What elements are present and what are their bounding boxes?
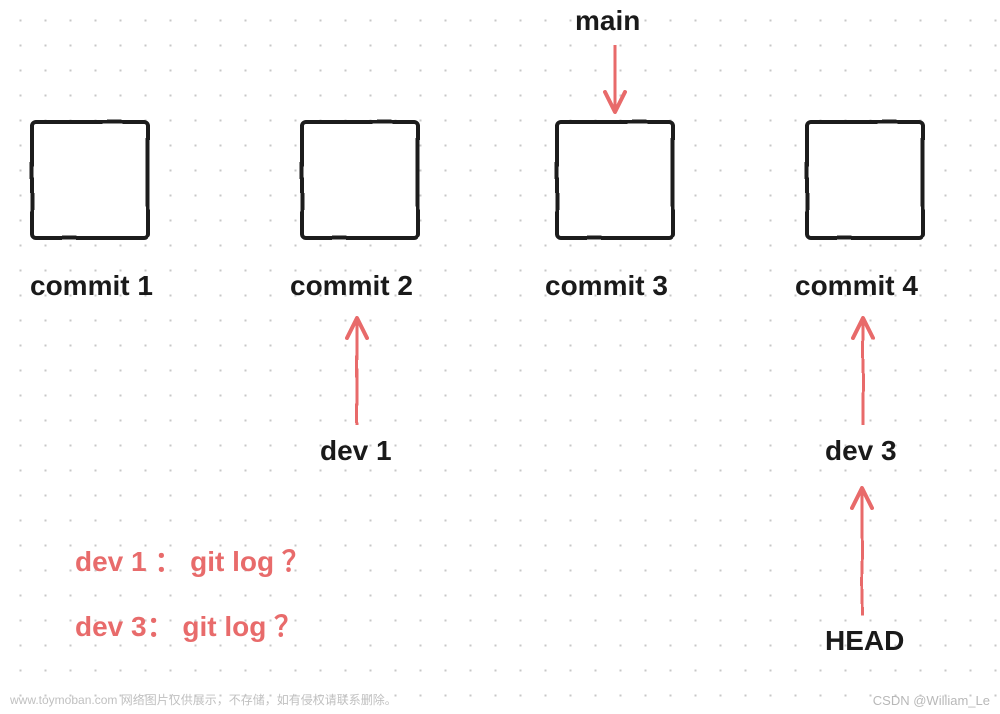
commit-box-4 [805,120,925,240]
commit-box-3 [555,120,675,240]
commit-box-2 [300,120,420,240]
commit-label-4: commit 4 [795,270,918,302]
branch-label-dev3: dev 3 [825,435,897,467]
commit-label-3: commit 3 [545,270,668,302]
watermark-right: CSDN @William_Le [873,693,990,708]
commit-box-1 [30,120,150,240]
diagram-canvas: commit 1 commit 2 commit 3 commit 4 main… [0,0,1000,714]
watermark-left: www.toymoban.com 网络图片仅供展示，不存储，如有侵权请联系删除。 [10,691,397,708]
branch-label-dev1: dev 1 [320,435,392,467]
question-dev1-gitlog: dev 1 ： git log ？ [75,540,310,580]
commit-label-1: commit 1 [30,270,153,302]
branch-label-main: main [575,5,640,37]
head-label: HEAD [825,625,904,657]
question-dev3-gitlog: dev 3： git log ？ [75,605,302,645]
commit-label-2: commit 2 [290,270,413,302]
